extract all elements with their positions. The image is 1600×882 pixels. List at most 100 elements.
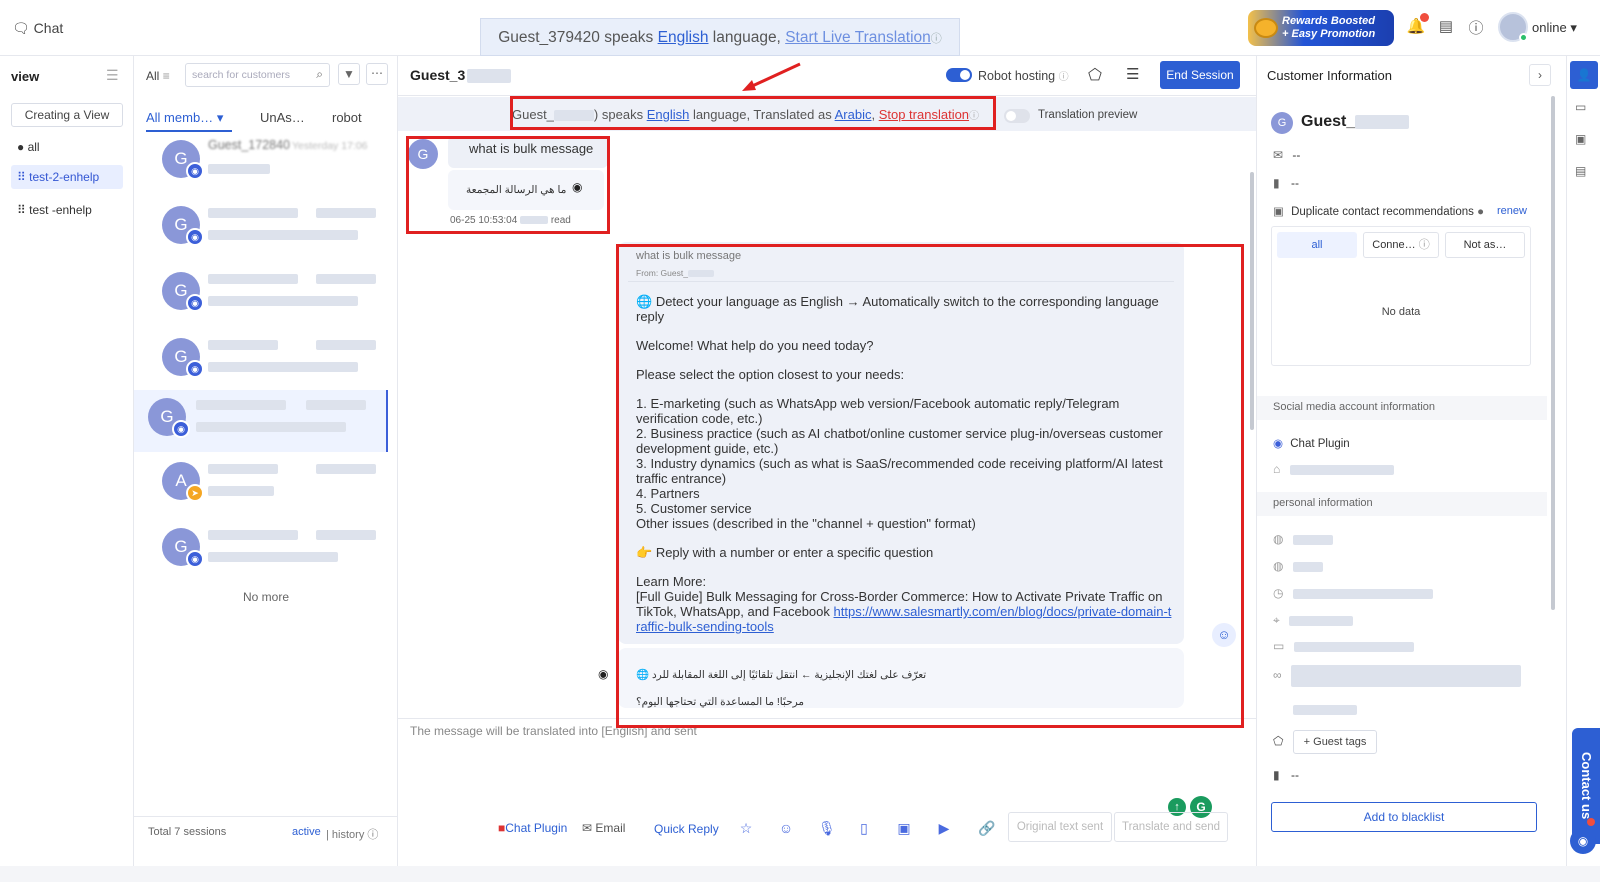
info-scrollbar[interactable] [1551,96,1555,610]
message-input[interactable]: The message will be translated into [Eng… [404,724,1248,824]
pointing-hand-icon: 👉 [636,545,653,560]
dup-tab-all[interactable]: all [1277,232,1357,258]
hide-translation-icon[interactable]: ◉ [572,180,582,194]
language-link[interactable]: English [647,107,690,122]
quoted-text: what is bulk message [636,250,742,262]
list-item[interactable]: G ◉ [144,198,394,264]
add-to-blacklist-button[interactable]: Add to blacklist [1271,802,1537,832]
tab-robot[interactable]: robot [332,110,362,125]
lock-icon: ⌂ [1273,462,1281,476]
filter-all-dropdown[interactable]: All ≡ [146,69,170,83]
message-icon[interactable]: ▭ [1575,100,1586,114]
menu-icon[interactable]: ☰ [106,67,119,84]
rewards-banner[interactable]: Rewards Boosted + Easy Promotion [1248,10,1394,46]
total-sessions: Total 7 sessions [148,826,227,838]
chat-nav[interactable]: 🗨 Chat [12,20,63,37]
incoming-message-text: what is bulk message [469,141,594,156]
search-history-icon[interactable]: ☰ [1126,65,1139,83]
help-icon: ⓘ [1418,239,1430,251]
bot-icon: ☺ [1212,623,1236,647]
translate-and-send-button[interactable]: Translate and send [1114,812,1228,842]
hide-translation-icon[interactable]: ◉ [598,667,608,681]
add-guest-tags-button[interactable]: + Guest tags [1293,730,1377,754]
chat-plugin-badge-icon: ◉ [186,162,204,180]
chat-plugin-badge-icon: ◉ [186,294,204,312]
coin-icon [1254,18,1278,38]
robot-hosting-label: Robot hosting ⓘ [978,69,1069,83]
dup-tab-not-associated[interactable]: Not as… [1445,232,1525,258]
start-live-translation-link[interactable]: Start Live Translation [785,29,931,46]
email-icon: ✉ [1273,148,1284,162]
video-icon[interactable]: ▶ [936,820,952,836]
filter-icon[interactable]: ▼ [338,63,360,85]
renew-link[interactable]: renew [1497,205,1527,217]
microphone-icon[interactable]: 🎙 [818,820,836,836]
monitor-icon: ▭ [1273,639,1285,653]
emoji-icon[interactable]: ☺ [778,820,794,836]
sidebar-item-test-enhelp[interactable]: ⠿ test -enhelp [11,198,123,222]
active-tab[interactable]: active [292,826,321,838]
end-session-button[interactable]: End Session [1160,61,1240,89]
channel-email[interactable]: ✉ Email [582,821,625,835]
profile-card-icon[interactable]: ▣ [1575,132,1586,146]
customer-search-input[interactable]: search for customers ⌕ [185,63,330,87]
pin-icon: ⌖ [1273,613,1280,627]
sidebar-item-all[interactable]: ● all [11,135,123,159]
robot-hosting-toggle[interactable] [946,68,972,82]
globe-icon: 🌐 [636,294,653,309]
info-icon: ● [1477,206,1485,218]
personal-section-header: personal information [1257,492,1547,516]
channel-chat-plugin[interactable]: ■Chat Plugin [498,821,567,835]
target-language-link[interactable]: Arabic [835,107,872,122]
help-icon: ⓘ [1058,72,1069,83]
customer-avatar: G [1271,112,1293,134]
dup-tab-connected[interactable]: Conne… ⓘ [1363,232,1439,258]
link-icon: ∞ [1273,668,1282,683]
translation-preview-label: Translation preview [1038,109,1138,121]
link-icon[interactable]: 🔗 [978,820,995,836]
translation-preview-toggle[interactable] [1004,109,1030,123]
list-item[interactable]: G ◉ [144,264,394,330]
list-item[interactable]: A ➤ [144,454,394,520]
help-circle-icon[interactable]: ⓘ [1466,17,1486,37]
list-item[interactable]: G ◉ [144,520,394,586]
more-options-icon[interactable]: ⋯ [366,63,388,85]
file-icon[interactable]: ▯ [856,820,872,836]
social-account-row: ⌂ [1273,462,1394,476]
image-icon[interactable]: ▣ [896,820,912,836]
clipboard-icon[interactable]: ▤ [1436,17,1456,37]
online-status-dot [1519,33,1528,42]
chat-widget-icon[interactable]: ◉ [1570,828,1596,854]
quick-reply-button[interactable]: Quick Reply [654,822,719,836]
create-view-button[interactable]: Creating a View [11,103,123,127]
grid-icon: ⠿ [17,170,26,184]
original-text-sent-button[interactable]: Original text sent [1008,812,1112,842]
notification-dot [1420,13,1429,22]
chat-scrollbar[interactable] [1250,172,1254,430]
star-icon[interactable]: ☆ [738,820,754,836]
tag-icon[interactable]: ⬠ [1088,65,1102,85]
collapse-panel-icon[interactable]: › [1529,64,1551,86]
source-link-row: ∞ [1273,665,1521,687]
guest-avatar: G [408,139,438,169]
chat-icon: 🗨 [12,20,30,36]
chat-plugin-badge-icon: ◉ [172,420,190,438]
tab-unassigned[interactable]: UnAs… [260,110,305,125]
no-data-label: No data [1381,306,1421,318]
sort-icon: ≡ [162,69,170,83]
customer-profile-icon[interactable]: 👤 [1570,61,1598,89]
tag-icon: ⬠ [1273,734,1284,748]
notes-icon[interactable]: ▤ [1575,164,1586,178]
list-item[interactable]: G ◉ Guest_172840 Yesterday 17:06 [144,132,394,198]
contact-us-tab[interactable]: Contact us [1572,728,1600,844]
banner-language-link[interactable]: English [658,29,709,46]
sidebar-item-test-2-enhelp[interactable]: ⠿ test-2-enhelp [11,165,123,189]
tab-all-members[interactable]: All memb… ▾ [146,110,232,132]
list-item[interactable]: G ◉ [144,330,394,396]
location-icon: ◍ [1273,559,1284,573]
stop-translation-link[interactable]: Stop translation [879,107,969,122]
chat-plugin-badge-icon: ◉ [186,360,204,378]
online-status-dropdown[interactable]: online ▾ [1532,20,1577,36]
history-tab[interactable]: | history ⓘ [326,826,378,842]
list-item-selected[interactable]: G ◉ [134,390,388,452]
